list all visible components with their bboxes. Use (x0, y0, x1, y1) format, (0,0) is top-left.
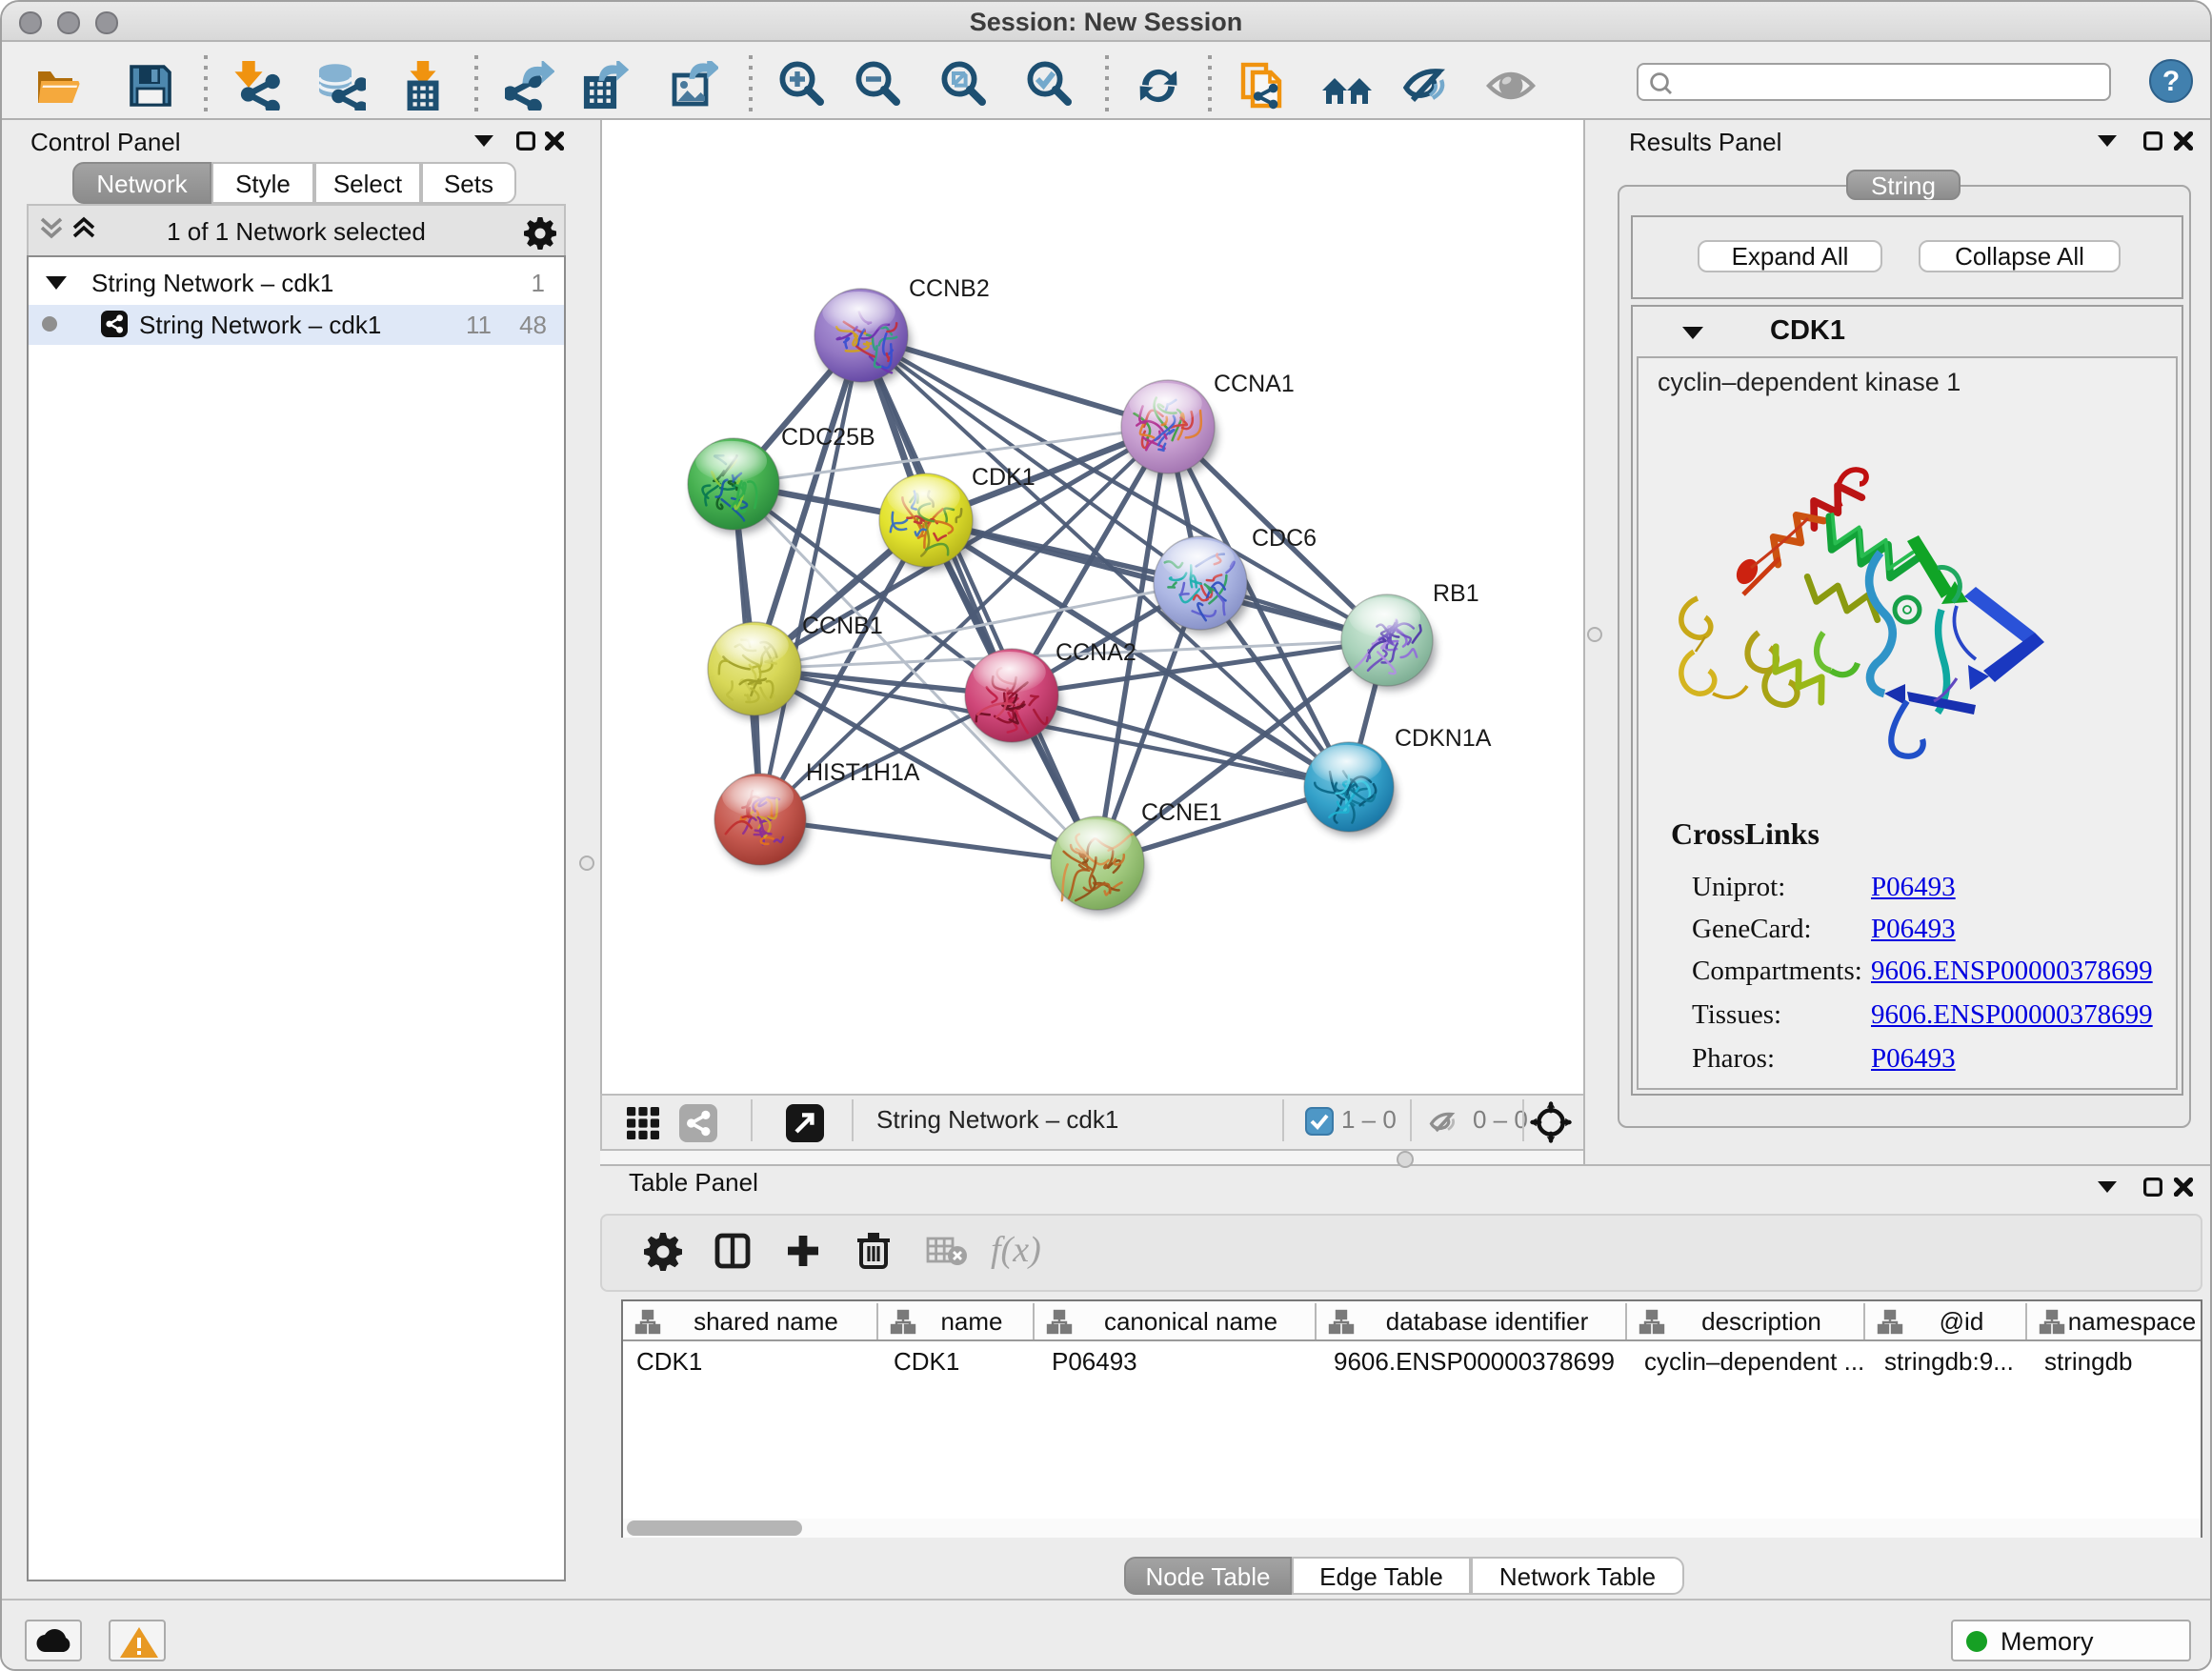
svg-text:CCNE1: CCNE1 (1141, 799, 1222, 826)
svg-text:CCNA1: CCNA1 (1214, 371, 1295, 397)
svg-text:HIST1H1A: HIST1H1A (806, 759, 920, 786)
svg-text:CCNB2: CCNB2 (909, 275, 990, 302)
svg-text:CDC25B: CDC25B (781, 424, 875, 451)
svg-text:CCNA2: CCNA2 (1056, 639, 1136, 666)
svg-text:CDC6: CDC6 (1252, 525, 1317, 552)
svg-text:RB1: RB1 (1433, 580, 1479, 607)
svg-text:CDKN1A: CDKN1A (1395, 725, 1492, 752)
svg-text:CDK1: CDK1 (972, 464, 1036, 491)
svg-text:?: ? (2162, 66, 2180, 97)
svg-text:CCNB1: CCNB1 (802, 613, 883, 639)
